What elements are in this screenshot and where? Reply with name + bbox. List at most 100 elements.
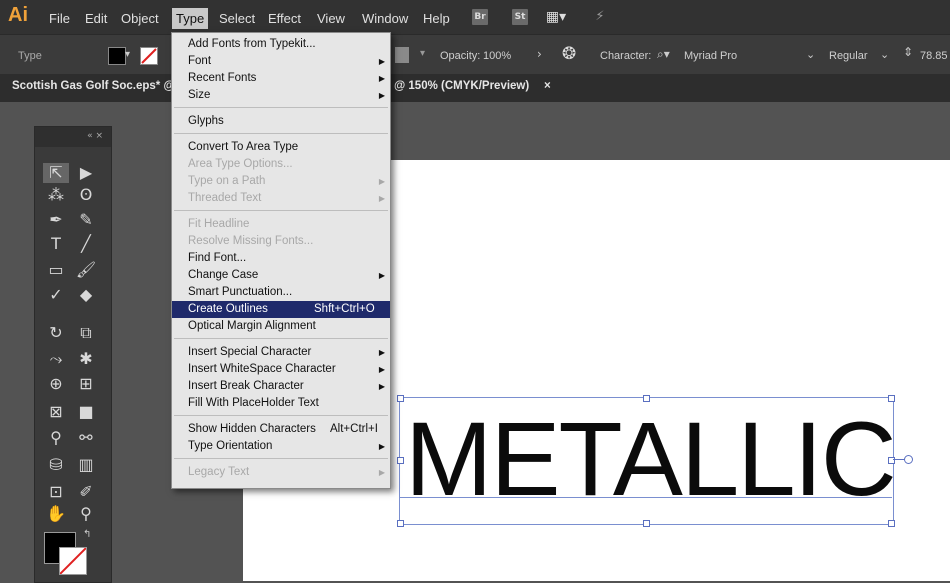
tools-panel: « × ⇱ ▶ ⁂ ʘ ✒ ✎ T ╱ ▭ 🖌 ✓ ◆ ↻ ⧉ ⤳ ✱ ⊕ ⊞ … xyxy=(34,126,112,583)
menu-item-show-hidden-characters[interactable]: Show Hidden Characters Alt+Ctrl+I xyxy=(172,421,390,438)
canvas-text-metallic[interactable]: METALLIC xyxy=(405,400,897,520)
resize-handle-left[interactable] xyxy=(397,457,404,464)
shape-builder-tool-icon[interactable]: ⊕ xyxy=(43,374,69,394)
opacity-arrow-icon[interactable]: › xyxy=(537,47,542,61)
menu-item-recent-fonts[interactable]: Recent Fonts ▶ xyxy=(172,70,390,87)
type-tool-icon[interactable]: T xyxy=(43,234,69,254)
font-size-value[interactable]: 78.85 xyxy=(920,50,948,62)
slice-tool-icon[interactable]: ✐ xyxy=(73,482,99,502)
scale-tool-icon[interactable]: ⧉ xyxy=(73,323,99,343)
resize-handle-bottom-left[interactable] xyxy=(397,520,404,527)
selection-tool-icon[interactable]: ⇱ xyxy=(43,163,69,183)
pen-tool-icon[interactable]: ✒ xyxy=(43,210,69,230)
fill-swatch[interactable] xyxy=(108,47,126,65)
menu-edit[interactable]: Edit xyxy=(82,10,110,27)
opacity-value[interactable]: 100% xyxy=(483,50,511,62)
direct-selection-tool-icon[interactable]: ▶ xyxy=(73,163,99,183)
font-family-value[interactable]: Myriad Pro xyxy=(684,50,737,62)
menu-item-legacy-text[interactable]: Legacy Text ▶ xyxy=(172,464,390,481)
menu-separator xyxy=(174,415,388,416)
submenu-arrow-icon: ▶ xyxy=(378,57,385,66)
menu-item-type-on-a-path[interactable]: Type on a Path ▶ xyxy=(172,173,390,190)
gradient-tool-icon[interactable]: ■ xyxy=(73,402,99,422)
menu-item-find-font[interactable]: Find Font... xyxy=(172,250,390,267)
rotate-tool-icon[interactable]: ↻ xyxy=(43,323,69,343)
resize-handle-bottom-right[interactable] xyxy=(888,520,895,527)
menu-item-threaded-text[interactable]: Threaded Text ▶ xyxy=(172,190,390,207)
menu-object[interactable]: Object xyxy=(118,10,162,27)
submenu-arrow-icon: ▶ xyxy=(378,271,385,280)
curvature-tool-icon[interactable]: ✎ xyxy=(73,210,99,230)
stock-button[interactable]: St xyxy=(512,9,528,25)
style-swatch[interactable] xyxy=(395,47,409,63)
menu-item-insert-whitespace-character[interactable]: Insert WhiteSpace Character ▶ xyxy=(172,361,390,378)
menu-item-size[interactable]: Size ▶ xyxy=(172,87,390,104)
menu-item-type-orientation[interactable]: Type Orientation ▶ xyxy=(172,438,390,455)
font-search-icon[interactable]: ⌕▾ xyxy=(657,47,670,62)
hand-tool-icon[interactable]: ✋ xyxy=(43,504,69,524)
puppet-warp-tool-icon[interactable]: ✱ xyxy=(73,349,99,369)
swap-colors-icon[interactable]: ↰ xyxy=(83,529,91,540)
menu-effect[interactable]: Effect xyxy=(265,10,304,27)
menu-item-fit-headline[interactable]: Fit Headline xyxy=(172,216,390,233)
stroke-color-icon[interactable] xyxy=(59,547,87,575)
lasso-tool-icon[interactable]: ʘ xyxy=(73,185,99,205)
shaper-tool-icon[interactable]: ✓ xyxy=(43,285,69,305)
menu-select[interactable]: Select xyxy=(216,10,258,27)
menu-file[interactable]: File xyxy=(46,10,73,27)
font-style-value[interactable]: Regular xyxy=(829,50,868,62)
paintbrush-tool-icon[interactable]: 🖌 xyxy=(73,260,99,280)
style-dropdown-icon[interactable]: ▾ xyxy=(420,48,425,59)
menu-item-change-case[interactable]: Change Case ▶ xyxy=(172,267,390,284)
recolor-icon[interactable]: ❂ xyxy=(562,44,576,64)
menu-item-convert-to-area-type[interactable]: Convert To Area Type xyxy=(172,139,390,156)
close-tab-icon[interactable]: × xyxy=(544,80,551,92)
width-tool-icon[interactable]: ⤳ xyxy=(43,349,69,369)
document-tab-left[interactable]: Scottish Gas Golf Soc.eps* @ xyxy=(12,80,175,92)
line-tool-icon[interactable]: ╱ xyxy=(73,234,99,254)
mesh-tool-icon[interactable]: ⊠ xyxy=(43,402,69,422)
column-graph-tool-icon[interactable]: ▥ xyxy=(73,455,99,475)
font-size-stepper-icon[interactable]: ⇕ xyxy=(903,45,913,59)
font-style-dropdown-icon[interactable]: ⌄ xyxy=(880,48,889,61)
resize-handle-top-left[interactable] xyxy=(397,395,404,402)
workspace-switcher-icon[interactable]: ▦▾ xyxy=(545,9,567,25)
symbol-sprayer-tool-icon[interactable]: ⛁ xyxy=(43,455,69,475)
menu-item-optical-margin-alignment[interactable]: Optical Margin Alignment xyxy=(172,318,390,335)
eraser-tool-icon[interactable]: ◆ xyxy=(73,285,99,305)
stroke-swatch[interactable] xyxy=(140,47,158,65)
eyedropper-tool-icon[interactable]: ⚲ xyxy=(43,428,69,448)
menu-bar: Ai File Edit Object Type Select Effect V… xyxy=(0,0,950,34)
menu-item-add-fonts-from-typekit[interactable]: Add Fonts from Typekit... xyxy=(172,36,390,53)
menu-item-area-type-options[interactable]: Area Type Options... xyxy=(172,156,390,173)
bridge-button[interactable]: Br xyxy=(472,9,488,25)
menu-item-create-outlines[interactable]: Create Outlines Shft+Ctrl+O xyxy=(172,301,390,318)
font-family-dropdown-icon[interactable]: ⌄ xyxy=(806,48,815,61)
menu-item-glyphs[interactable]: Glyphs xyxy=(172,113,390,130)
zoom-tool-icon[interactable]: ⚲ xyxy=(73,504,99,524)
blend-tool-icon[interactable]: ⚯ xyxy=(73,428,99,448)
fill-dropdown-icon[interactable]: ▾ xyxy=(125,49,130,60)
rotation-handle[interactable] xyxy=(904,455,913,464)
document-tab-title[interactable]: @ 150% (CMYK/Preview) xyxy=(394,80,529,92)
rectangle-tool-icon[interactable]: ▭ xyxy=(43,260,69,280)
menu-item-resolve-missing-fonts[interactable]: Resolve Missing Fonts... xyxy=(172,233,390,250)
tools-panel-header[interactable]: « × xyxy=(35,127,111,147)
character-label: Character: xyxy=(600,50,652,62)
menu-view[interactable]: View xyxy=(314,10,348,27)
menu-item-insert-break-character[interactable]: Insert Break Character ▶ xyxy=(172,378,390,395)
gpu-performance-icon[interactable]: ⚡ xyxy=(592,9,608,25)
menu-item-font[interactable]: Font ▶ xyxy=(172,53,390,70)
menu-item-fill-with-placeholder-text[interactable]: Fill With PlaceHolder Text xyxy=(172,395,390,412)
resize-handle-bottom[interactable] xyxy=(643,520,650,527)
menu-separator xyxy=(174,107,388,108)
menu-window[interactable]: Window xyxy=(359,10,411,27)
menu-item-smart-punctuation[interactable]: Smart Punctuation... xyxy=(172,284,390,301)
artboard-tool-icon[interactable]: ⊡ xyxy=(43,482,69,502)
menu-help[interactable]: Help xyxy=(420,10,453,27)
magic-wand-tool-icon[interactable]: ⁂ xyxy=(43,185,69,205)
control-bar: Type ▾ ▾ Opacity: 100% › ❂ Character: ⌕▾… xyxy=(0,34,950,75)
menu-item-insert-special-character[interactable]: Insert Special Character ▶ xyxy=(172,344,390,361)
menu-type[interactable]: Type xyxy=(172,8,209,29)
perspective-grid-tool-icon[interactable]: ⊞ xyxy=(73,374,99,394)
